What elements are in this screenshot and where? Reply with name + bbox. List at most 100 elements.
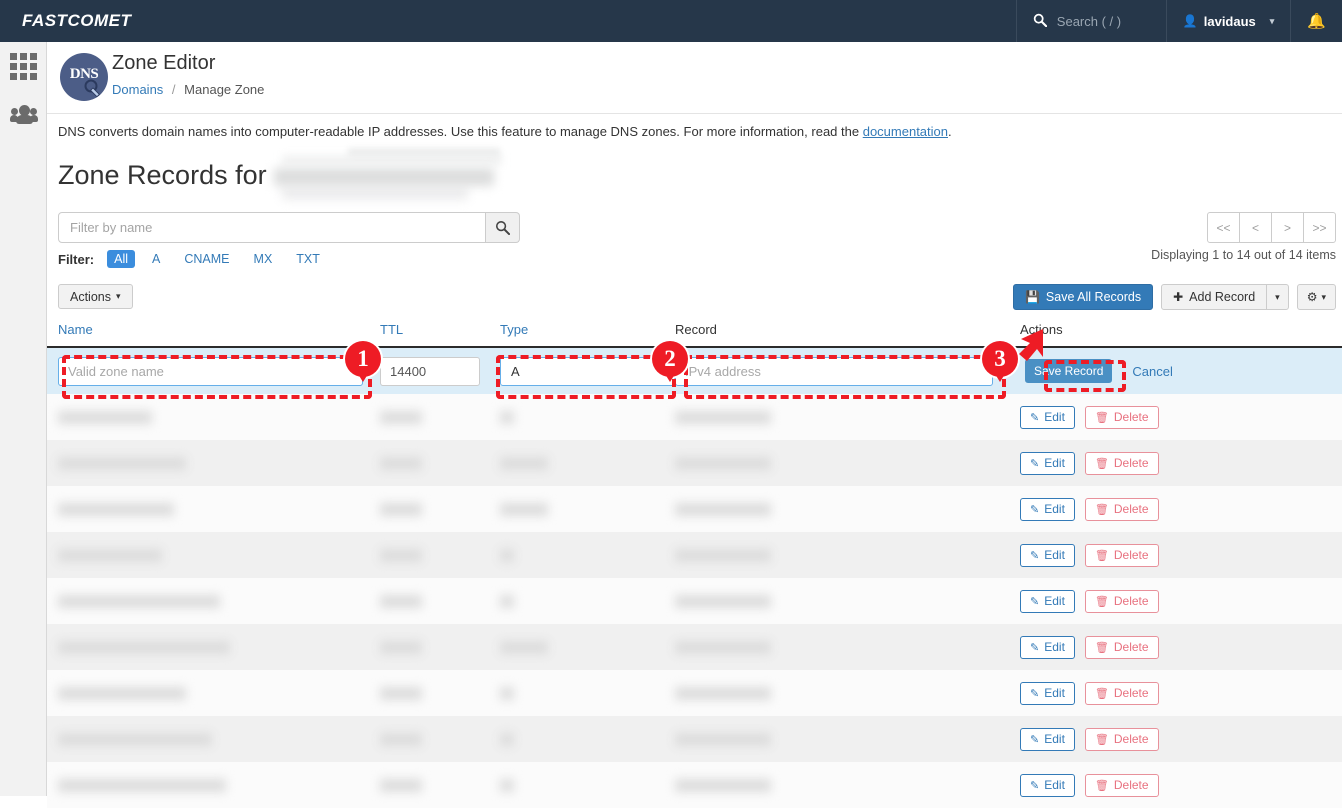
record-ttl-input[interactable] (380, 356, 480, 386)
edit-record-button[interactable]: ✎ Edit (1020, 681, 1075, 705)
pencil-icon: ✎ (1030, 733, 1040, 746)
floppy-disk-icon: 💾 (1024, 290, 1040, 304)
edit-record-button[interactable]: ✎ Edit (1020, 543, 1075, 567)
edit-record-button[interactable]: ✎ Edit (1020, 497, 1075, 521)
documentation-link[interactable]: documentation (863, 124, 948, 139)
cell-ttl (380, 348, 500, 394)
dns-logo-icon: DNS (60, 53, 108, 101)
cell-redacted (58, 532, 380, 578)
column-header-name[interactable]: Name (58, 322, 380, 337)
record-name-input[interactable] (58, 356, 363, 386)
left-sidebar-rail (0, 42, 47, 796)
redacted-value (58, 732, 212, 746)
record-type-select[interactable]: A (500, 356, 675, 386)
cell-redacted (500, 578, 675, 624)
table-row: ✎ Edit 🗑 Delete (47, 532, 1342, 578)
cell-redacted (58, 624, 380, 670)
add-record-button[interactable]: ✚ Add Record (1161, 284, 1268, 310)
pagination-prev-button[interactable]: < (1239, 212, 1272, 243)
pencil-icon: ✎ (1030, 595, 1040, 608)
search-icon (1033, 13, 1047, 30)
redacted-value (500, 410, 514, 424)
edit-record-button[interactable]: ✎ Edit (1020, 773, 1075, 797)
trash-icon: 🗑 (1094, 457, 1109, 470)
settings-dropdown-button[interactable]: ⚙ ▾ (1296, 284, 1336, 310)
cancel-link[interactable]: Cancel (1132, 364, 1172, 379)
filter-chip-mx[interactable]: MX (247, 250, 280, 268)
actions-dropdown-button[interactable]: Actions ▾ (58, 284, 133, 309)
cell-redacted (58, 486, 380, 532)
breadcrumb-link-domains[interactable]: Domains (112, 82, 163, 97)
edit-record-button[interactable]: ✎ Edit (1020, 405, 1075, 429)
plus-icon: ✚ (1173, 290, 1184, 304)
brand-logo[interactable]: FASTCOMET (22, 11, 131, 31)
filter-chip-all[interactable]: All (107, 250, 136, 268)
delete-record-button[interactable]: 🗑 Delete (1084, 405, 1159, 429)
redacted-value (380, 640, 422, 654)
cell-redacted (675, 762, 1020, 808)
column-header-actions: Actions (1020, 322, 1063, 337)
cell-name (58, 348, 380, 394)
filter-chip-a[interactable]: A (145, 250, 167, 268)
delete-record-button[interactable]: 🗑 Delete (1084, 497, 1159, 521)
delete-label: Delete (1113, 410, 1149, 424)
redacted-value (58, 778, 226, 792)
redacted-value (675, 778, 771, 792)
delete-record-button[interactable]: 🗑 Delete (1084, 589, 1159, 613)
trash-icon: 🗑 (1094, 779, 1109, 792)
redacted-value (380, 732, 422, 746)
pagination-last-button[interactable]: >> (1303, 212, 1336, 243)
redacted-value (58, 502, 174, 516)
table-row: ✎ Edit 🗑 Delete (47, 486, 1342, 532)
edit-record-button[interactable]: ✎ Edit (1020, 589, 1075, 613)
notifications-button[interactable]: 🔔 (1290, 0, 1342, 42)
cell-redacted (500, 624, 675, 670)
table-row: ✎ Edit 🗑 Delete (47, 624, 1342, 670)
sidebar-item-apps[interactable] (0, 42, 47, 90)
delete-record-button[interactable]: 🗑 Delete (1084, 681, 1159, 705)
edit-label: Edit (1044, 410, 1065, 424)
new-record-edit-row: A Save Record Cancel (47, 348, 1342, 394)
global-search[interactable]: Search ( / ) (1015, 0, 1166, 42)
cell-actions: ✎ Edit 🗑 Delete (1020, 578, 1310, 624)
save-all-records-button[interactable]: 💾 Save All Records (1012, 284, 1154, 310)
gear-icon: ⚙ (1306, 290, 1318, 304)
user-menu[interactable]: 👤 lavidaus ▾ (1165, 0, 1291, 42)
cell-redacted (675, 716, 1020, 762)
magnifier-pencil-icon (84, 79, 101, 98)
search-input[interactable] (58, 212, 486, 243)
save-all-records-label: Save All Records (1045, 290, 1142, 304)
pagination-next-button[interactable]: > (1271, 212, 1304, 243)
sidebar-item-users[interactable] (0, 90, 47, 138)
add-record-dropdown-toggle[interactable]: ▾ (1266, 284, 1289, 310)
pagination-status-text: Displaying 1 to 14 out of 14 items (1151, 248, 1336, 262)
save-record-button[interactable]: Save Record (1025, 359, 1113, 383)
redacted-block (348, 148, 500, 157)
actions-label: Actions (70, 289, 111, 304)
delete-record-button[interactable]: 🗑 Delete (1084, 543, 1159, 567)
delete-record-button[interactable]: 🗑 Delete (1084, 635, 1159, 659)
redacted-domain-name (274, 168, 494, 186)
cell-record (675, 348, 1020, 394)
search-button[interactable] (486, 212, 520, 243)
delete-record-button[interactable]: 🗑 Delete (1084, 727, 1159, 751)
edit-record-button[interactable]: ✎ Edit (1020, 727, 1075, 751)
pencil-icon: ✎ (1030, 641, 1040, 654)
filter-chip-txt[interactable]: TXT (289, 250, 327, 268)
pagination-first-button[interactable]: << (1207, 212, 1240, 243)
record-value-input[interactable] (675, 356, 993, 386)
delete-record-button[interactable]: 🗑 Delete (1084, 773, 1159, 797)
edit-record-button[interactable]: ✎ Edit (1020, 451, 1075, 475)
table-row: ✎ Edit 🗑 Delete (47, 716, 1342, 762)
edit-record-button[interactable]: ✎ Edit (1020, 635, 1075, 659)
column-header-type[interactable]: Type (500, 322, 675, 337)
pencil-icon: ✎ (1030, 411, 1040, 424)
chevron-down-icon: ▾ (1275, 291, 1280, 302)
cell-redacted (380, 670, 500, 716)
column-header-ttl[interactable]: TTL (380, 322, 500, 337)
delete-record-button[interactable]: 🗑 Delete (1084, 451, 1159, 475)
filter-chip-cname[interactable]: CNAME (177, 250, 236, 268)
pagination-controls: << < > >> (1207, 212, 1336, 243)
trash-icon: 🗑 (1094, 549, 1109, 562)
topbar-right-group: Search ( / ) 👤 lavidaus ▾ 🔔 (1015, 0, 1342, 42)
